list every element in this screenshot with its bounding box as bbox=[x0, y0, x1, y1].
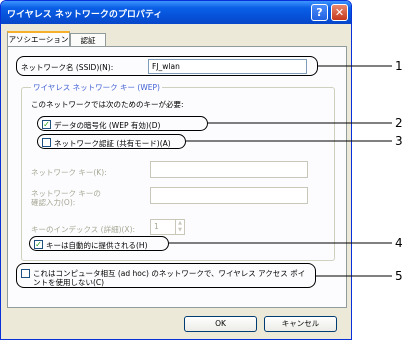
callout-number-1: 1 bbox=[395, 59, 403, 73]
callout-number-2: 2 bbox=[395, 116, 403, 130]
callout-number-5: 5 bbox=[395, 269, 403, 283]
callout-number-3: 3 bbox=[395, 134, 403, 148]
callout-number-4: 4 bbox=[395, 236, 403, 250]
callout-lines bbox=[169, 65, 392, 277]
